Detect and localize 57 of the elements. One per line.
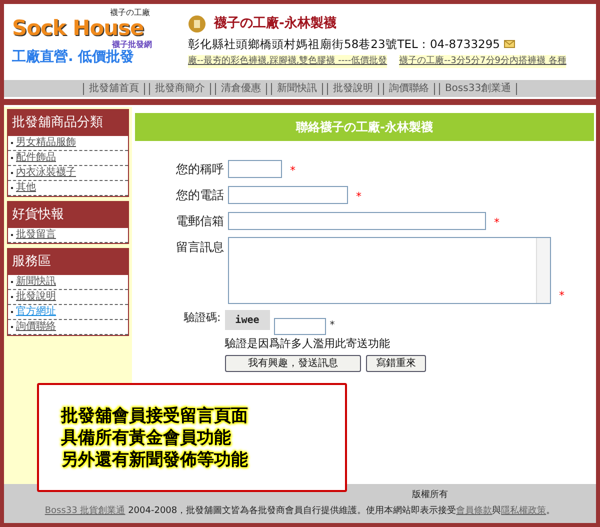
required-mark: * [290,162,296,178]
sidebar-link[interactable]: 新聞快訊 [8,275,128,290]
required-mark: * [559,288,564,304]
footer-link[interactable]: Boss33 批貨創業通 [44,506,126,516]
company-name: 襪子の工廠-永林製襪 [214,14,336,33]
copyright-text: Boss33 批貨創業通 2004-2008，批發舖圖文皆為各批發商會員自行提供維護。使用本網站即表示接受會員條款與隱私權政策。 [44,504,556,518]
sidebar-heading: 批發舖商品分類 [8,110,128,136]
captcha-field[interactable] [274,318,326,335]
sidebar-link[interactable]: 男女精品服飾 [8,136,128,151]
field-label: 電郵信箱 [175,213,224,230]
nav-link[interactable]: 清倉優惠 [214,82,267,94]
nav-link[interactable]: 批發舖首頁 [82,82,145,94]
sidebar-link[interactable]: 其他 [8,181,128,196]
nav-link[interactable]: 詢價聯絡 [382,82,435,94]
logo-tagline: 襪子の工廠 [110,8,150,17]
captcha-image: iwee [224,310,270,330]
input-field[interactable] [228,186,348,204]
page-title: 聯絡襪子の工廠-永林製襪 [135,113,594,141]
sidebar-link[interactable]: 詢價聯絡 [8,320,128,335]
callout-text: 具備所有黃金會員功能 [61,426,232,448]
nav-link[interactable]: Boss33創業通 [438,82,518,94]
nav-link[interactable]: 批發說明 [326,82,379,94]
logo: Sock House [12,17,145,40]
input-field[interactable] [228,212,486,230]
form-button[interactable]: 我有興趣，發送訊息 [225,354,361,372]
ticker-link[interactable]: 襪子の工廠--3分5分7分9分內搭褲襪 各種 [399,54,566,68]
sidebar-link[interactable]: 配件飾品 [8,151,128,166]
sidebar-link[interactable]: 內衣泳裝襪子 [8,166,128,181]
sidebar-heading: 服務區 [8,249,128,275]
sidebar-heading: 好貨快報 [8,202,128,228]
sidebar-link[interactable]: 批發說明 [8,290,128,305]
sidebar-link[interactable]: 官方網址 [8,305,128,320]
envelope-icon [504,40,515,48]
field-label: 您的稱呼 [175,161,224,178]
callout-text: 批發舖會員接受留言頁面 [61,404,249,426]
field-label: 您的電話 [175,187,224,204]
captcha-note: 驗證是因爲許多人濫用此寄送功能 [224,336,391,352]
nav-link[interactable]: 批發商簡介 [148,82,211,94]
required-mark: * [494,214,500,230]
logo-subtitle: 襪子批發網 [112,40,152,49]
required-mark: * [330,319,335,333]
footer-link[interactable]: 會員條款 [456,506,492,516]
message-field[interactable] [228,237,551,304]
copyright-notice: 版權所有 [411,489,448,502]
sidebar-link[interactable]: 批發留言 [8,228,128,243]
input-field[interactable] [228,160,282,178]
nav-link[interactable]: 新聞快訊 [270,82,323,94]
emblem-icon [188,14,206,33]
slogan: 工廠直營. 低價批發 [12,49,136,66]
form-button[interactable]: 寫錯重來 [366,354,426,372]
required-mark: * [356,188,362,204]
footer-link[interactable]: 隱私權政策 [501,506,546,516]
field-label: 留言訊息 [175,239,224,256]
callout-text: 另外還有新聞發佈等功能 [61,448,249,470]
company-address: 彰化縣社頭鄉橋頭村媽祖廟街58巷23號TEL：04-8733295 [188,36,500,52]
ticker-link[interactable]: 廠--最夯的彩色褲襪,踩腳襪,雙色膠襪 ----低價批發 [188,54,388,68]
captcha-label: 驗證碼: [184,310,221,326]
